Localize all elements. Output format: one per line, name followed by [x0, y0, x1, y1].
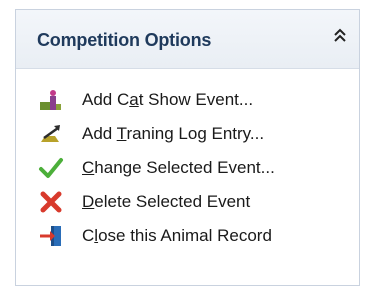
close-animal-record-label: Close this Animal Record	[82, 226, 272, 245]
double-chevron-up-icon[interactable]	[331, 26, 349, 46]
change-selected-event-label: Change Selected Event...	[82, 158, 275, 177]
cat-show-icon	[38, 88, 64, 112]
panel-title: Competition Options	[37, 30, 212, 50]
delete-selected-event-item[interactable]: Delete Selected Event	[38, 186, 348, 218]
add-training-log-entry-label: Add Traning Log Entry...	[82, 124, 265, 143]
add-training-log-entry-item[interactable]: Add Traning Log Entry...	[38, 118, 348, 150]
panel-header: Competition Options	[16, 10, 359, 69]
change-selected-event-item[interactable]: Change Selected Event...	[38, 152, 348, 184]
exit-door-icon	[38, 224, 64, 248]
competition-options-panel: Competition Options Add Cat Show Event..…	[15, 9, 360, 286]
training-log-icon	[38, 122, 64, 146]
checkmark-icon	[38, 156, 64, 180]
delete-selected-event-label: Delete Selected Event	[82, 192, 251, 211]
close-animal-record-item[interactable]: Close this Animal Record	[38, 220, 348, 252]
delete-x-icon	[38, 190, 64, 214]
add-cat-show-event-item[interactable]: Add Cat Show Event...	[38, 84, 348, 116]
add-cat-show-event-label: Add Cat Show Event...	[82, 90, 254, 109]
